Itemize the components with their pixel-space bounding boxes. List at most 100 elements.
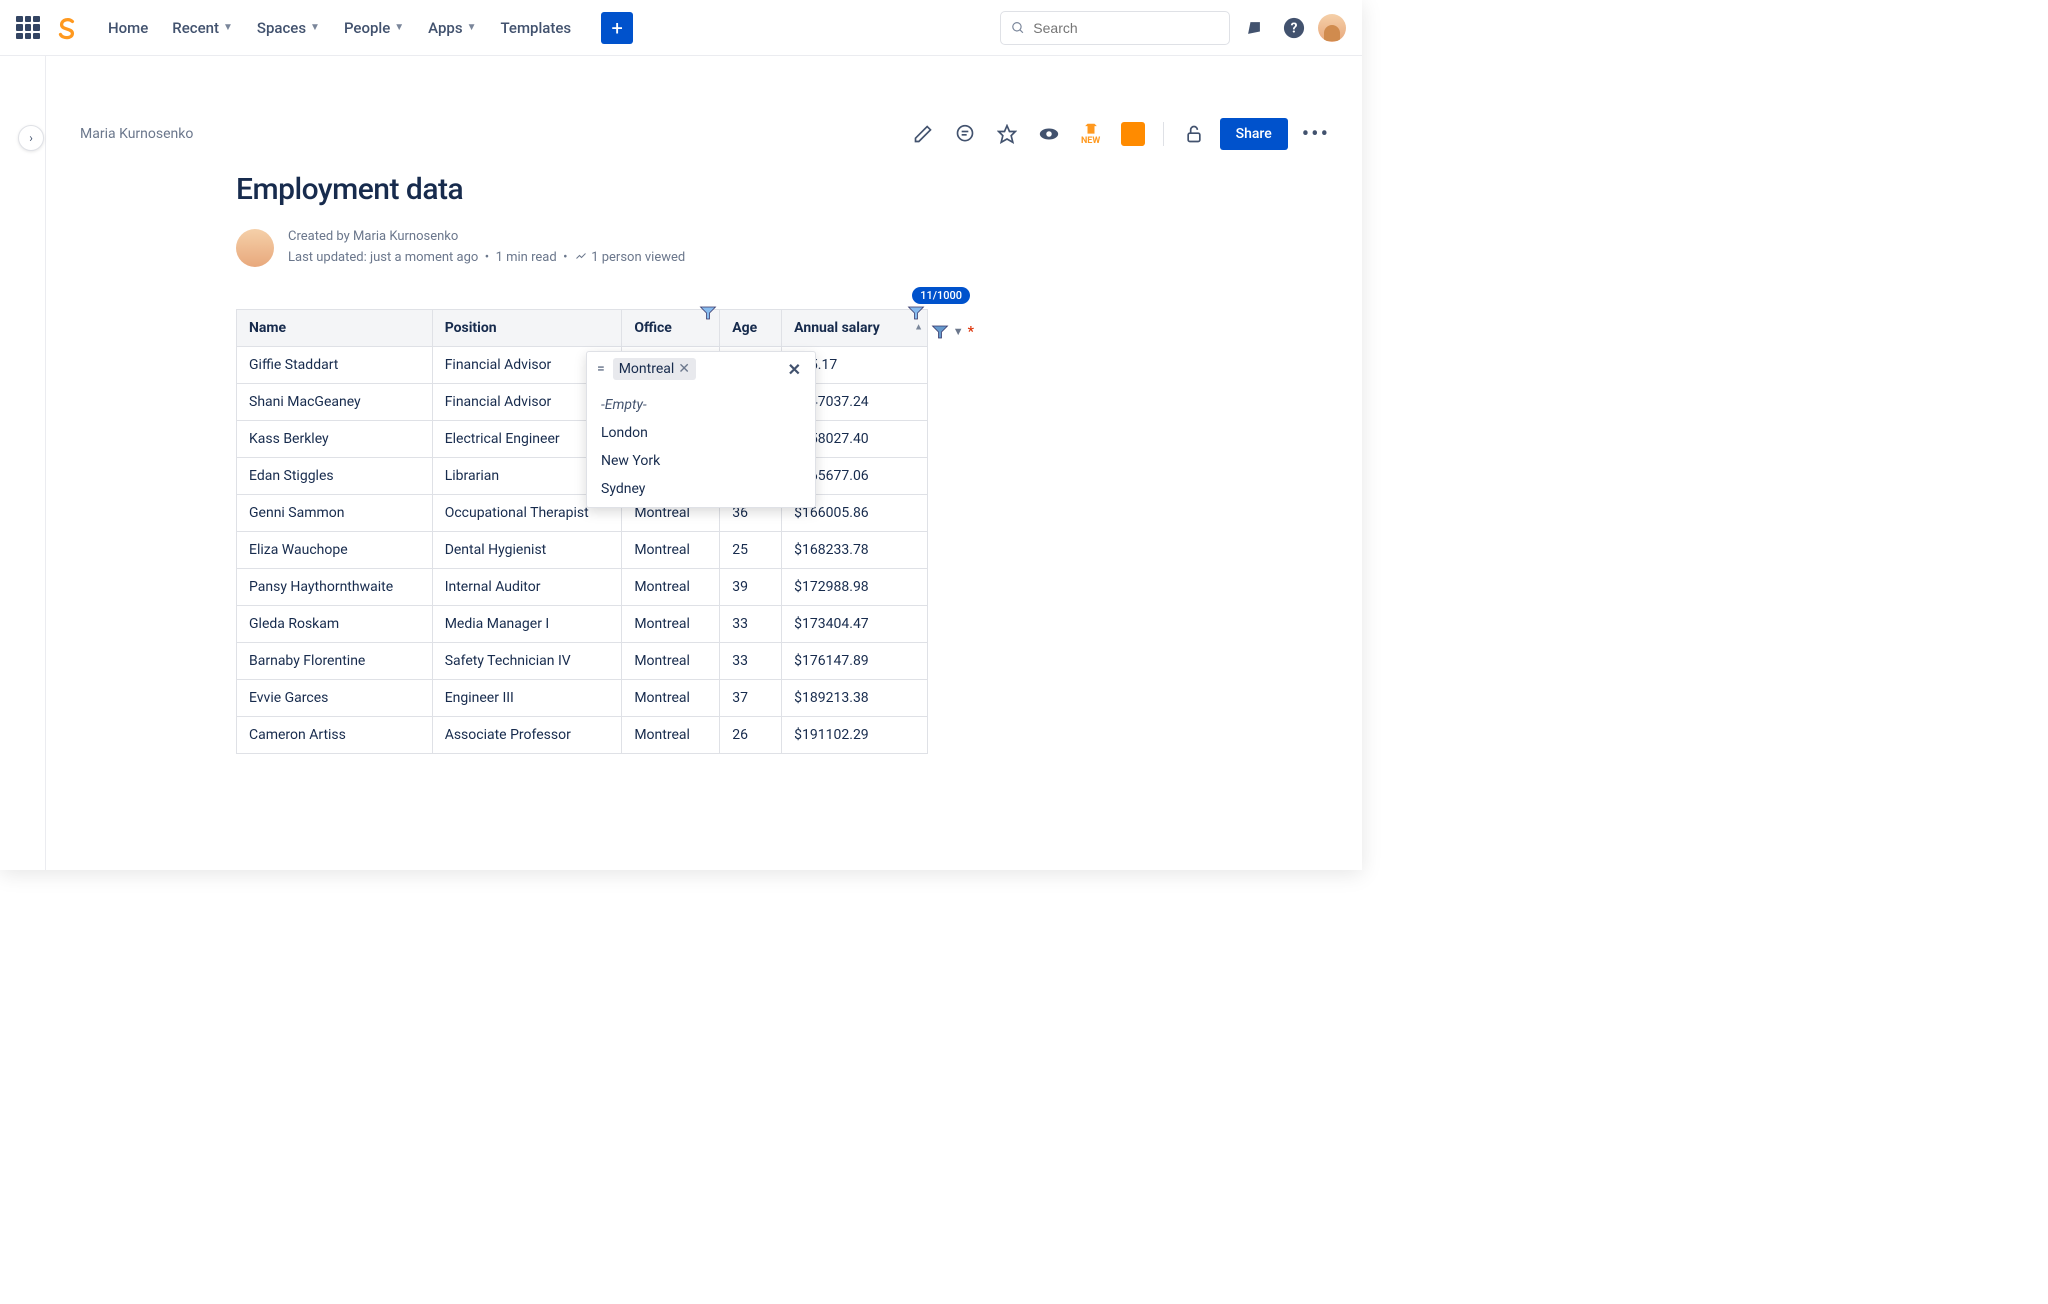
filter-input-row: = Montreal ✕ ✕ xyxy=(587,352,815,387)
nav-label: Recent xyxy=(172,19,219,37)
cell-name: Genni Sammon xyxy=(237,494,433,531)
filter-option-newyork[interactable]: New York xyxy=(587,447,815,475)
cell-name: Giffie Staddart xyxy=(237,346,433,383)
notifications-icon[interactable] xyxy=(1238,12,1270,44)
filter-input[interactable] xyxy=(700,359,776,379)
cell-age: 37 xyxy=(720,679,782,716)
col-header-salary[interactable]: Annual salary ▲ xyxy=(782,309,928,346)
cell-name: Kass Berkley xyxy=(237,420,433,457)
cell-salary: $173404.47 xyxy=(782,605,928,642)
funnel-icon[interactable] xyxy=(699,304,717,322)
nav-people[interactable]: People▼ xyxy=(334,13,414,43)
comment-icon[interactable] xyxy=(949,118,981,150)
search-box[interactable] xyxy=(1000,11,1230,45)
header-label: Name xyxy=(249,320,286,336)
nav-home[interactable]: Home xyxy=(98,13,158,43)
expand-sidebar-button[interactable]: › xyxy=(18,125,44,151)
col-header-position[interactable]: Position xyxy=(432,309,622,346)
topbar: Home Recent ▼ Spaces ▼ People▼ Apps▼ Templ… xyxy=(0,0,1362,56)
chevron-down-icon: ▼ xyxy=(310,22,320,33)
cell-name: Cameron Artiss xyxy=(237,716,433,753)
cell-office: Montreal xyxy=(622,568,720,605)
edit-icon[interactable] xyxy=(907,118,939,150)
views-count[interactable]: 1 person viewed xyxy=(591,250,685,265)
cell-age: 33 xyxy=(720,642,782,679)
page-actions: NEW Share ••• xyxy=(907,118,1334,150)
cell-salary: $191102.29 xyxy=(782,716,928,753)
app-icon[interactable] xyxy=(1117,118,1149,150)
cell-name: Pansy Haythornthwaite xyxy=(237,568,433,605)
cell-office: Montreal xyxy=(622,679,720,716)
cell-name: Evvie Garces xyxy=(237,679,433,716)
filter-option-london[interactable]: London xyxy=(587,419,815,447)
sort-icon[interactable]: ▲ xyxy=(914,324,923,331)
cell-age: 39 xyxy=(720,568,782,605)
cell-age: 26 xyxy=(720,716,782,753)
filter-popup: = Montreal ✕ ✕ -Empty- London New York S… xyxy=(586,351,816,508)
nav-templates[interactable]: Templates xyxy=(490,13,581,43)
col-header-age[interactable]: Age xyxy=(720,309,782,346)
table-row: Barnaby FlorentineSafety Technician IVMo… xyxy=(237,642,928,679)
watch-icon[interactable] xyxy=(1033,118,1065,150)
app-switcher-icon[interactable] xyxy=(16,16,40,40)
cell-name: Shani MacGeaney xyxy=(237,383,433,420)
breadcrumb[interactable]: Maria Kurnosenko xyxy=(80,126,193,142)
cell-name: Barnaby Florentine xyxy=(237,642,433,679)
table-row: Giffie StaddartFinancial Advisor855.17 xyxy=(237,346,928,383)
author-avatar[interactable] xyxy=(236,229,274,267)
filter-tool-icon[interactable] xyxy=(931,323,949,341)
remove-chip-icon[interactable]: ✕ xyxy=(678,361,690,377)
chevron-down-icon[interactable]: ▼ xyxy=(953,325,964,338)
nav: Home Recent ▼ Spaces ▼ People▼ Apps▼ Templ… xyxy=(98,13,581,43)
author-link[interactable]: Maria Kurnosenko xyxy=(353,229,458,244)
filter-option-empty[interactable]: -Empty- xyxy=(587,391,815,419)
filter-chip: Montreal ✕ xyxy=(613,358,696,380)
table-row: Edan StigglesLibrarianMontreal43$165677.… xyxy=(237,457,928,494)
logo[interactable] xyxy=(54,14,82,42)
nav-label: Templates xyxy=(500,19,571,37)
cell-age: 25 xyxy=(720,531,782,568)
user-avatar[interactable] xyxy=(1318,14,1346,42)
col-header-office[interactable]: Office xyxy=(622,309,720,346)
funnel-icon[interactable] xyxy=(907,304,925,322)
nav-recent[interactable]: Recent ▼ xyxy=(162,13,243,43)
close-filter-icon[interactable]: ✕ xyxy=(780,356,809,383)
star-icon[interactable] xyxy=(991,118,1023,150)
nav-spaces[interactable]: Spaces ▼ xyxy=(247,13,330,43)
create-button[interactable]: + xyxy=(601,12,633,44)
search-input[interactable] xyxy=(1033,20,1219,36)
table-tools: ▼ * xyxy=(931,323,974,341)
new-badge-icon[interactable]: NEW xyxy=(1075,118,1107,150)
table-header-row: Name Position Office Age Annual salary ▲ xyxy=(237,309,928,346)
page-meta: Created by Maria Kurnosenko Last updated… xyxy=(236,227,1302,269)
divider xyxy=(1163,122,1164,146)
header-label: Office xyxy=(634,320,672,336)
cell-salary: $168233.78 xyxy=(782,531,928,568)
last-updated: Last updated: just a moment ago xyxy=(288,250,478,265)
cell-age: 33 xyxy=(720,605,782,642)
help-icon[interactable]: ? xyxy=(1278,12,1310,44)
filter-option-sydney[interactable]: Sydney xyxy=(587,475,815,503)
table-row: Evvie GarcesEngineer IIIMontreal37$18921… xyxy=(237,679,928,716)
chip-label: Montreal xyxy=(619,361,675,377)
share-button[interactable]: Share xyxy=(1220,118,1288,150)
col-header-name[interactable]: Name xyxy=(237,309,433,346)
page-content: Employment data Created by Maria Kurnose… xyxy=(236,172,1302,850)
nav-label: Spaces xyxy=(257,19,306,37)
restrictions-icon[interactable] xyxy=(1178,118,1210,150)
chevron-down-icon: ▼ xyxy=(223,22,233,33)
table-row: Pansy HaythornthwaiteInternal AuditorMon… xyxy=(237,568,928,605)
cell-position: Dental Hygienist xyxy=(432,531,622,568)
cell-office: Montreal xyxy=(622,531,720,568)
cell-position: Safety Technician IV xyxy=(432,642,622,679)
created-by-prefix: Created by xyxy=(288,229,353,244)
chevron-down-icon: ▼ xyxy=(394,22,404,33)
table-row: Eliza WauchopeDental HygienistMontreal25… xyxy=(237,531,928,568)
table-row: Cameron ArtissAssociate ProfessorMontrea… xyxy=(237,716,928,753)
nav-apps[interactable]: Apps▼ xyxy=(418,13,486,43)
cell-position: Engineer III xyxy=(432,679,622,716)
employment-table: Name Position Office Age Annual salary ▲ xyxy=(236,309,928,754)
sidebar-rail xyxy=(10,56,46,870)
svg-text:?: ? xyxy=(1291,20,1298,36)
more-actions-icon[interactable]: ••• xyxy=(1298,122,1334,147)
